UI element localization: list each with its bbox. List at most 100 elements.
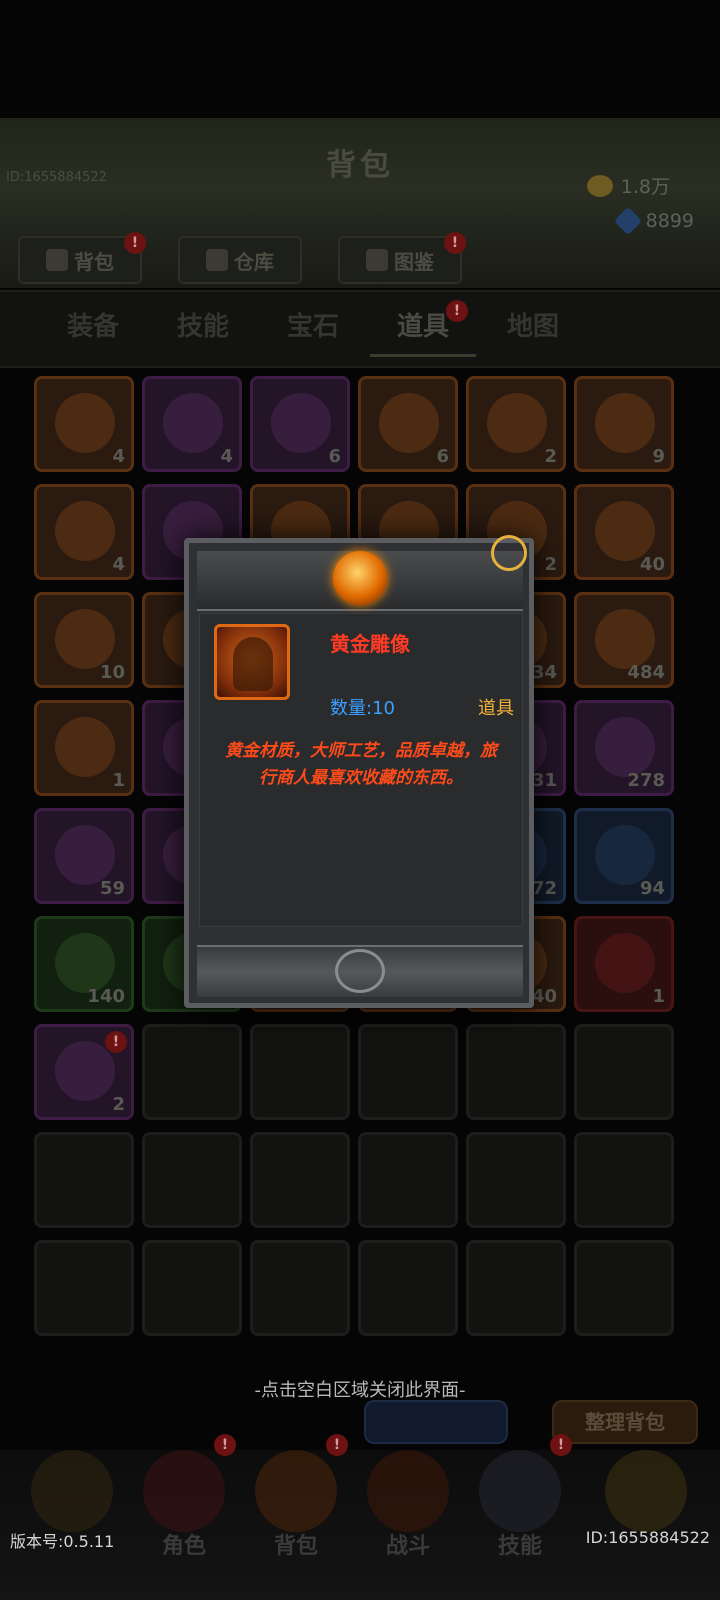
knot-ornament-icon <box>335 949 385 993</box>
item-count: 2 <box>544 554 557 575</box>
tab-skills[interactable]: 技能 <box>150 300 256 354</box>
inventory-slot[interactable]: 59 <box>34 808 134 904</box>
item-quantity: 数量:10 <box>330 698 395 719</box>
empty-slot[interactable] <box>574 1132 674 1228</box>
item-icon <box>595 501 655 561</box>
tab-maps[interactable]: 地图 <box>480 300 586 354</box>
nav-item-bag[interactable]: 背包 ! <box>240 1434 352 1562</box>
close-ring-button[interactable] <box>491 535 527 571</box>
nav-item-character[interactable]: 角色 ! <box>128 1434 240 1562</box>
alert-badge: ! <box>550 1434 572 1456</box>
tab-warehouse[interactable]: 仓库 <box>178 236 302 284</box>
empty-slot[interactable] <box>358 1240 458 1336</box>
gem-icon <box>613 206 642 236</box>
item-icon <box>595 933 655 993</box>
item-name: 黄金雕像 <box>330 632 410 656</box>
inventory-slot[interactable]: 6 <box>250 376 350 472</box>
inventory-slot[interactable]: 1 <box>34 700 134 796</box>
item-icon <box>55 1041 115 1101</box>
inventory-slot[interactable]: 4 <box>34 376 134 472</box>
empty-slot[interactable] <box>34 1132 134 1228</box>
skill-book-icon <box>479 1450 561 1532</box>
inventory-slot[interactable]: 140 <box>34 916 134 1012</box>
empty-slot[interactable] <box>466 1132 566 1228</box>
tab-label: 背包 <box>74 249 114 274</box>
sort-bag-button[interactable]: 整理背包 <box>552 1400 698 1444</box>
popup-header-ornament <box>197 551 523 611</box>
tab-items[interactable]: 道具 ! <box>370 300 476 357</box>
alert-badge: ! <box>105 1031 127 1053</box>
inventory-slot[interactable]: 2 <box>466 376 566 472</box>
inventory-slot[interactable]: 484 <box>574 592 674 688</box>
nav-item-skills[interactable]: 技能 ! <box>464 1434 576 1562</box>
empty-slot[interactable] <box>250 1024 350 1120</box>
tab-codex[interactable]: 图鉴 ! <box>338 232 466 284</box>
item-icon-frame <box>214 624 290 700</box>
popup-content: 黄金雕像 数量:10 道具 黄金材质，大师工艺，品质卓越，旅 行商人最喜欢收藏的… <box>199 613 523 927</box>
item-icon <box>55 717 115 777</box>
inventory-slot[interactable]: 10 <box>34 592 134 688</box>
empty-slot[interactable] <box>34 1240 134 1336</box>
empty-slot[interactable] <box>466 1240 566 1336</box>
item-count: 2 <box>112 1094 125 1115</box>
inventory-slot[interactable]: 4 <box>142 376 242 472</box>
item-count: 6 <box>436 446 449 467</box>
empty-slot[interactable] <box>358 1024 458 1120</box>
fist-icon <box>46 249 68 271</box>
version-label: 版本号:0.5.11 <box>10 1532 115 1551</box>
item-count: 72 <box>531 878 557 899</box>
inventory-slot[interactable]: 40 <box>574 484 674 580</box>
tab-bag[interactable]: 背包 ! <box>18 232 146 284</box>
empty-slot[interactable] <box>466 1024 566 1120</box>
item-icon <box>595 825 655 885</box>
secondary-button[interactable] <box>364 1400 508 1444</box>
item-icon <box>55 933 115 993</box>
item-icon <box>163 393 223 453</box>
empty-slot[interactable] <box>142 1024 242 1120</box>
inventory-slot[interactable]: 4 <box>34 484 134 580</box>
item-count: 1 <box>112 770 125 791</box>
item-count: 31 <box>531 770 557 791</box>
item-icon <box>379 393 439 453</box>
inventory-slot[interactable]: 6 <box>358 376 458 472</box>
item-icon <box>595 393 655 453</box>
nav-item-battle[interactable]: 战斗 <box>352 1450 464 1562</box>
item-icon <box>487 393 547 453</box>
empty-slot[interactable] <box>250 1132 350 1228</box>
item-detail-popup[interactable]: 黄金雕像 数量:10 道具 黄金材质，大师工艺，品质卓越，旅 行商人最喜欢收藏的… <box>184 535 534 1008</box>
empty-slot[interactable] <box>142 1132 242 1228</box>
tab-label: 仓库 <box>234 249 274 274</box>
empty-slot[interactable] <box>574 1240 674 1336</box>
item-count: 4 <box>112 554 125 575</box>
item-count: 4 <box>112 446 125 467</box>
warehouse-icon <box>206 249 228 271</box>
category-tabs: 装备 技能 宝石 道具 ! 地图 <box>40 300 586 357</box>
description-line: 行商人最喜欢收藏的东西。 <box>259 768 463 788</box>
item-icon <box>55 501 115 561</box>
user-id-label: ID:1655884522 <box>6 170 107 185</box>
item-count: 2 <box>544 446 557 467</box>
close-hint: -点击空白区域关闭此界面- <box>254 1380 466 1401</box>
item-count: 59 <box>99 878 125 899</box>
item-icon <box>55 609 115 669</box>
empty-slot[interactable] <box>358 1132 458 1228</box>
inventory-slot[interactable]: 278 <box>574 700 674 796</box>
item-description: 黄金材质，大师工艺，品质卓越，旅 行商人最喜欢收藏的东西。 <box>206 738 516 792</box>
item-count: 40 <box>531 986 557 1007</box>
alert-badge: ! <box>214 1434 236 1456</box>
tab-equipment[interactable]: 装备 <box>40 300 146 354</box>
gold-amount: 1.8万 <box>620 176 670 198</box>
inventory-slot[interactable]: 94 <box>574 808 674 904</box>
empty-slot[interactable] <box>574 1024 674 1120</box>
inventory-slot[interactable]: 2! <box>34 1024 134 1120</box>
empty-slot[interactable] <box>250 1240 350 1336</box>
tab-gems[interactable]: 宝石 <box>260 300 366 354</box>
inventory-slot[interactable]: 9 <box>574 376 674 472</box>
empty-slot[interactable] <box>142 1240 242 1336</box>
inventory-slot[interactable]: 1 <box>574 916 674 1012</box>
alert-badge: ! <box>326 1434 348 1456</box>
alert-badge: ! <box>444 232 466 254</box>
item-count: 278 <box>627 770 665 791</box>
dragon-icon <box>605 1450 687 1532</box>
item-count: 10 <box>99 662 125 683</box>
